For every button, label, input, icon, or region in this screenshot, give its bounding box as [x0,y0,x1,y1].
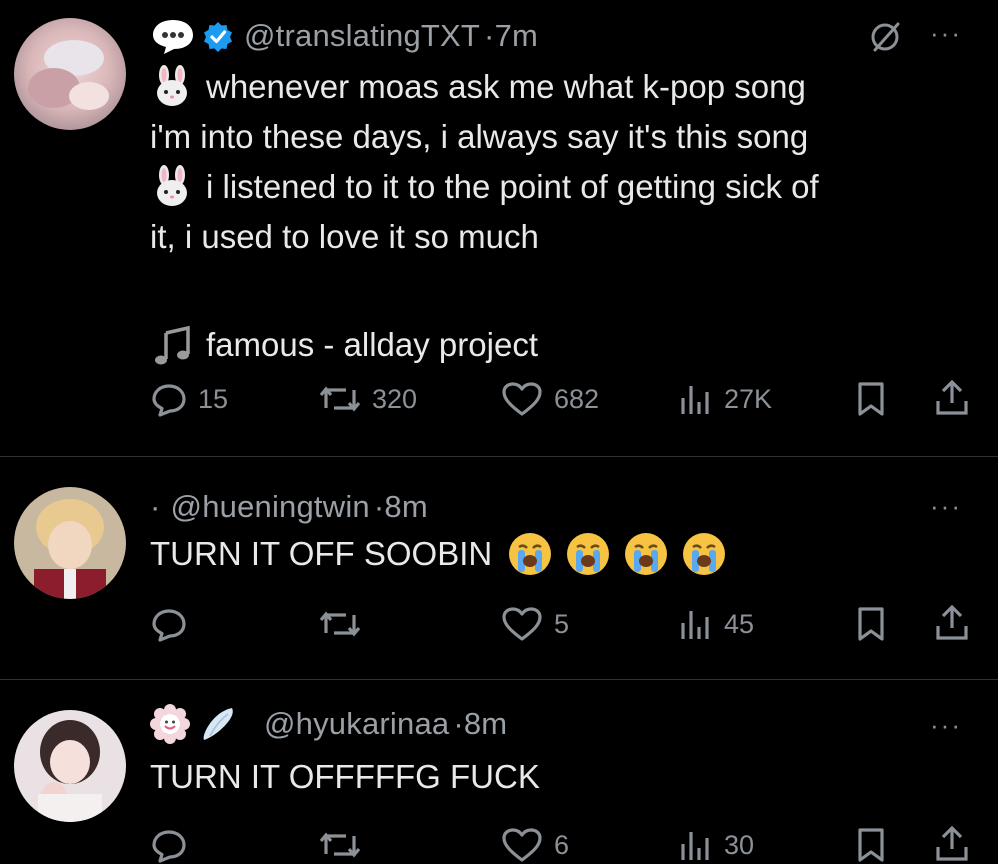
retweet-icon [319,832,361,858]
share-button[interactable] [934,825,970,863]
reply-icon [152,830,186,863]
views-button[interactable]: 45 [678,605,754,643]
share-button[interactable] [934,604,970,642]
crying-emoji-icon [680,530,728,578]
bookmark-icon [858,828,884,862]
tweet-line: i'm into these days, i always say it's t… [150,118,809,155]
bookmark-icon [858,607,884,641]
dot: · [150,489,161,524]
like-button[interactable]: 682 [500,380,599,418]
like-icon [502,828,542,862]
crying-emoji-icon [506,530,554,578]
tweet-line: whenever moas ask me what k-pop song [206,68,806,105]
tweet-header: @translatingTXT · 7m [150,16,538,56]
bunny-emoji-icon [150,65,194,109]
bookmark-button[interactable] [855,381,887,417]
tweet-line: it, i used to love it so much [150,218,539,255]
reply-icon [152,609,186,642]
reply-button[interactable] [150,605,188,643]
separator: · [373,489,385,524]
handle[interactable]: @hueningtwin [171,489,370,525]
reply-count: 15 [198,383,229,414]
like-count: 6 [554,829,570,860]
song-title: famous - allday project [206,326,538,363]
bookmark-button[interactable] [855,827,887,863]
tweet-hyukarinaa[interactable]: @hyukarinaa · 8m ··· TURN IT OFFFFFG FUC… [0,680,998,863]
tweet-text: TURN IT OFFFFFG FUCK [150,752,540,802]
more-options-button[interactable]: ··· [930,491,962,522]
views-icon [681,611,709,639]
retweet-button[interactable]: 320 [318,380,417,418]
separator: · [484,18,495,53]
tweet-text: TURN IT OFF SOOBIN [150,529,728,579]
smiley-flower-icon [150,704,190,744]
crying-emoji-icon [564,530,612,578]
views-button[interactable]: 27K [678,380,772,418]
views-count: 45 [724,608,755,639]
reply-icon [152,384,186,417]
tweet-line: TURN IT OFF SOOBIN [150,535,493,572]
timestamp[interactable]: 8m [384,489,427,525]
verified-badge-icon [202,20,234,52]
like-button[interactable]: 5 [500,605,569,643]
tweet-hueningtwin[interactable]: · @hueningtwin · 8m ··· TURN IT OFF SOOB… [0,457,998,677]
handle[interactable]: @hyukarinaa [264,706,449,742]
avatar[interactable] [14,18,126,130]
timestamp[interactable]: 7m [495,18,538,54]
tweet-header: · @hueningtwin · 8m [150,487,428,527]
retweet-count: 320 [372,383,418,414]
views-count: 30 [724,829,755,860]
views-icon [681,832,709,860]
wing-icon [198,704,238,744]
share-icon [936,825,968,861]
views-button[interactable]: 30 [678,826,754,864]
music-note-icon [150,323,194,367]
retweet-icon [319,611,361,637]
grok-icon[interactable] [868,20,902,54]
like-count: 682 [554,383,600,414]
like-count: 5 [554,608,570,639]
like-icon [502,382,542,416]
bunny-emoji-icon [150,165,194,209]
retweet-icon [319,386,361,412]
reply-button[interactable] [150,826,188,864]
tweet-line: i listened to it to the point of getting… [206,168,819,205]
crying-emoji-icon [622,530,670,578]
share-icon [936,379,968,415]
views-count: 27K [724,383,773,414]
separator: · [453,706,464,741]
views-icon [681,386,709,414]
share-button[interactable] [934,379,970,417]
like-button[interactable]: 6 [500,826,569,864]
speech-bubble-icon [150,16,196,56]
tweet-header: @hyukarinaa · 8m [150,704,507,744]
avatar[interactable] [14,487,126,599]
more-options-button[interactable]: ··· [930,18,962,49]
retweet-button[interactable] [318,605,362,643]
share-icon [936,604,968,640]
reply-button[interactable]: 15 [150,380,228,418]
tweet-line: TURN IT OFFFFFG FUCK [150,758,540,795]
like-icon [502,607,542,641]
handle[interactable]: @translatingTXT [244,18,480,54]
timestamp[interactable]: 8m [464,706,507,742]
bookmark-icon [858,382,884,416]
retweet-button[interactable] [318,826,362,864]
avatar[interactable] [14,710,126,822]
more-options-button[interactable]: ··· [930,710,962,741]
tweet-translatingtxt[interactable]: @translatingTXT · 7m ··· whenever moas a… [0,0,998,455]
bookmark-button[interactable] [855,606,887,642]
tweet-text: whenever moas ask me what k-pop song i'm… [150,62,819,370]
